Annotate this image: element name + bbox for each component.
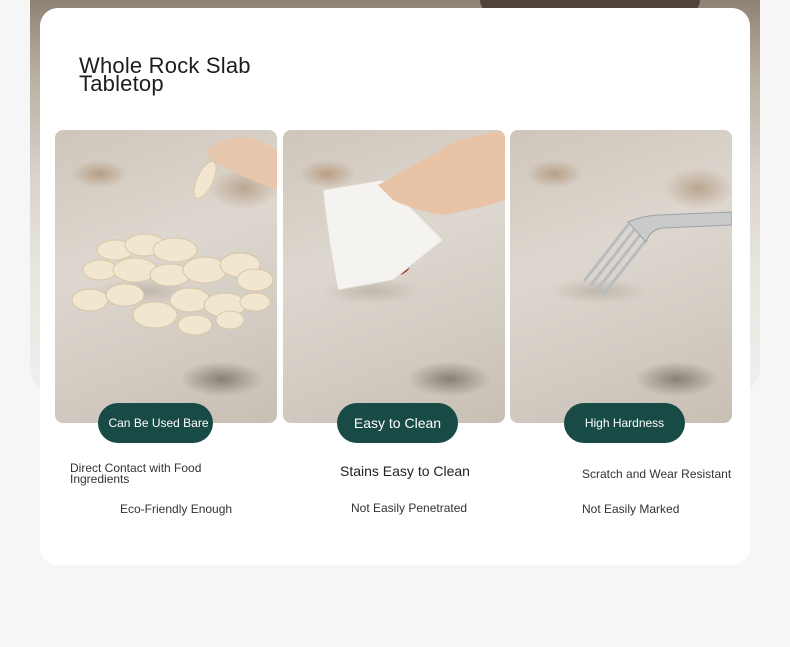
badge-can-be-used-bare: Can Be Used Bare	[98, 403, 213, 443]
photo-fork-scratch	[510, 130, 732, 423]
badge-high-hardness: High Hardness	[564, 403, 685, 443]
feature-not-easily-marked: Not Easily Marked	[582, 502, 680, 516]
feature-direct-contact: Direct Contact with Food Ingredients	[70, 461, 202, 486]
photo-food-chips	[55, 130, 277, 423]
napkin-icon	[322, 130, 505, 291]
photo-napkin-wipe	[283, 130, 505, 423]
feature-scratch-and-wear-resistant: Scratch and Wear Resistant	[582, 467, 732, 481]
feature-eco-friendly: Eco-Friendly Enough	[120, 502, 233, 516]
badge-easy-to-clean: Easy to Clean	[337, 403, 458, 443]
page-title: Whole Rock Slab Tabletop	[79, 55, 339, 95]
feature-not-easily-penetrated: Not Easily Penetrated	[351, 501, 468, 515]
chips-icon	[71, 137, 277, 336]
fork-icon	[583, 211, 732, 297]
feature-stains-easy-to-clean: Stains Easy to Clean	[340, 463, 470, 479]
